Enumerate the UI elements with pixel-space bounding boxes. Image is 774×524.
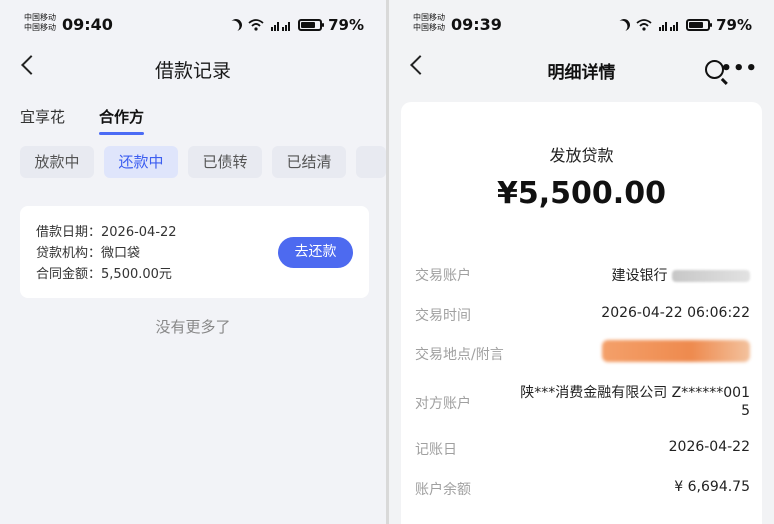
filter-settled[interactable]: 已结清 (272, 146, 346, 178)
status-bar: 中国移动 中国移动 09:40 79% (0, 0, 386, 44)
nav-bar: 明细详情 ••• (389, 44, 774, 92)
carrier-label: 中国移动 中国移动 (413, 13, 445, 32)
loan-card[interactable]: 借款日期：2026-04-22 贷款机构：微口袋 合同金额：5,500.00元 … (20, 206, 369, 298)
filter-disbursing[interactable]: 放款中 (20, 146, 94, 178)
no-more-text: 没有更多了 (155, 318, 231, 336)
moon-icon (228, 17, 244, 33)
filter-repaying[interactable]: 还款中 (104, 146, 178, 178)
redacted-place (602, 340, 750, 362)
page-title: 借款记录 (154, 60, 231, 82)
loan-records-screen: 中国移动 中国移动 09:40 79% 借款记录 宜享花 合作方 放款中 还款中… (0, 0, 386, 524)
moon-icon (616, 17, 632, 33)
battery-percent: 79% (328, 16, 364, 34)
signal-icon (659, 22, 679, 31)
filter-debt-transferred[interactable]: 已债转 (188, 146, 262, 178)
status-filter: 放款中 还款中 已债转 已结清 (20, 146, 386, 178)
nav-bar: 借款记录 (0, 44, 386, 92)
transaction-type: 发放贷款 (549, 146, 614, 165)
repay-button[interactable]: 去还款 (278, 237, 353, 268)
wifi-icon (636, 19, 652, 31)
tab-partner[interactable]: 合作方 (99, 106, 145, 135)
status-time: 09:39 (451, 15, 502, 34)
source-tabs: 宜享花 合作方 (20, 106, 145, 135)
status-time: 09:40 (62, 15, 113, 34)
wifi-icon (248, 19, 264, 31)
loan-amount: 合同金额：5,500.00元 (36, 267, 172, 282)
detail-card: 发放贷款 ¥5,500.00 交易账户 建设银行 交易时间 2026-04-22… (401, 102, 762, 524)
battery-icon (686, 19, 713, 31)
loan-org: 贷款机构：微口袋 (36, 246, 141, 261)
redacted-account (672, 270, 750, 282)
transaction-detail-screen: 中国移动 中国移动 09:39 79% 明细详情 ••• 发放贷款 ¥5,500… (389, 0, 774, 524)
battery-icon (298, 19, 325, 31)
carrier-label: 中国移动 中国移动 (24, 13, 56, 32)
filter-more[interactable] (356, 146, 386, 178)
tab-yixianghua[interactable]: 宜享花 (20, 106, 65, 127)
transaction-amount: ¥5,500.00 (497, 176, 666, 211)
battery-percent: 79% (716, 16, 752, 34)
status-bar: 中国移动 中国移动 09:39 79% (389, 0, 774, 44)
loan-date: 借款日期：2026-04-22 (36, 225, 177, 240)
more-icon[interactable]: ••• (720, 58, 758, 79)
signal-icon (271, 22, 291, 31)
